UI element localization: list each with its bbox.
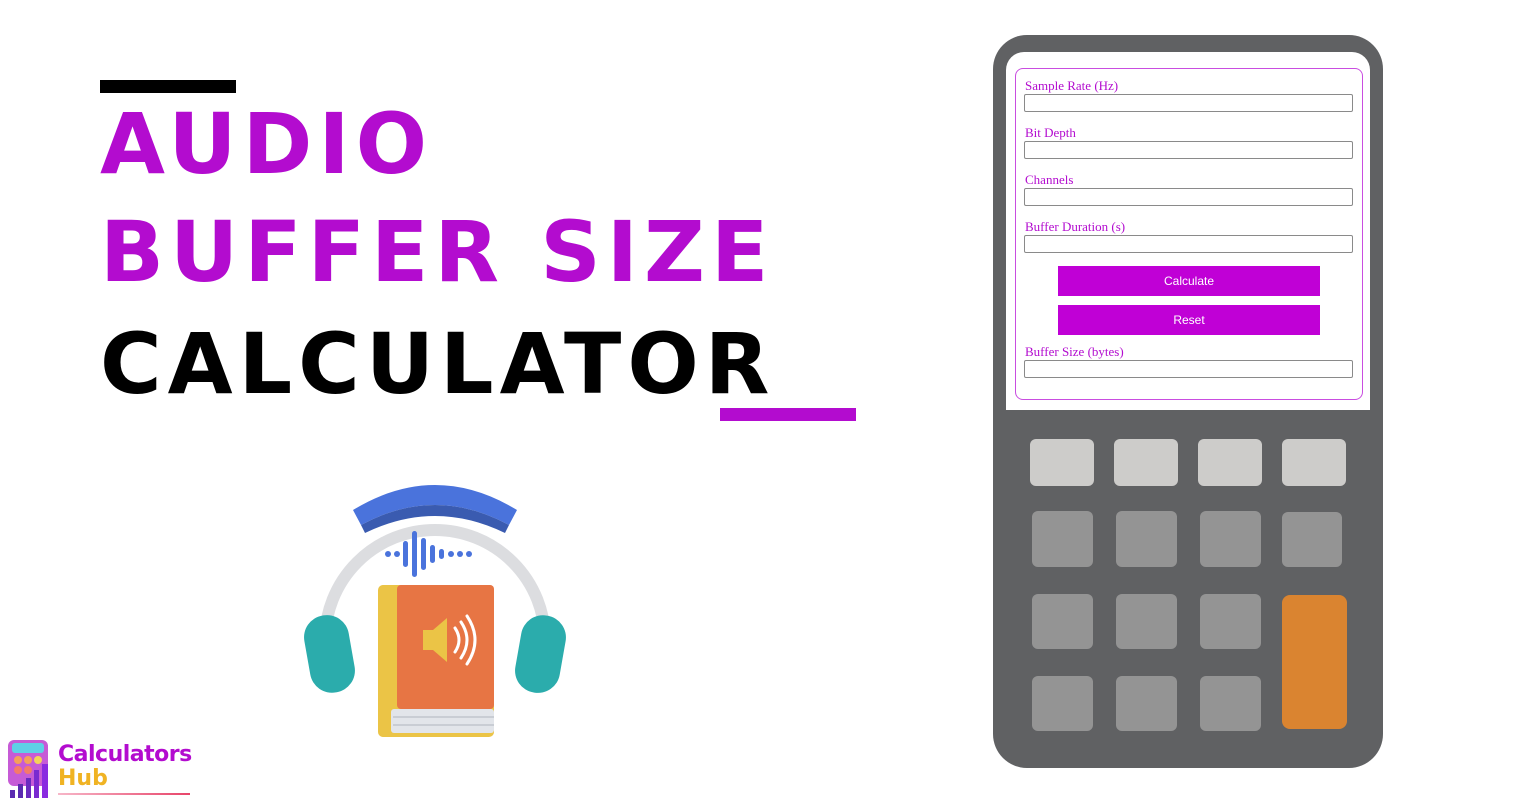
buffer-size-output[interactable]: [1024, 360, 1353, 378]
logo-text-hub: Hub: [58, 766, 108, 791]
page-title-line-3: CALCULATOR: [100, 315, 776, 413]
calculator-key: [1282, 439, 1346, 486]
buffer-duration-label: Buffer Duration (s): [1025, 219, 1126, 234]
bit-depth-input[interactable]: [1024, 141, 1353, 159]
ear-cup-left: [304, 615, 355, 693]
page-title-line-1: AUDIO: [100, 95, 434, 193]
sample-rate-input[interactable]: [1024, 94, 1353, 112]
calculator-key: [1032, 511, 1093, 567]
calculator-key: [1200, 511, 1261, 567]
calculator-key: [1030, 439, 1094, 486]
book-pages: [391, 709, 494, 733]
calculator-key: [1200, 594, 1261, 649]
title-decor-bar-bottom: [720, 408, 856, 421]
calculator-key: [1032, 594, 1093, 649]
reset-button[interactable]: Reset: [1058, 305, 1320, 335]
logo-underline: [58, 793, 190, 795]
calculator-key: [1114, 439, 1178, 486]
channels-label: Channels: [1025, 172, 1074, 187]
buffer-duration-input[interactable]: [1024, 235, 1353, 253]
buffer-size-label: Buffer Size (bytes): [1025, 344, 1124, 359]
sample-rate-label: Sample Rate (Hz): [1025, 78, 1119, 93]
channels-input[interactable]: [1024, 188, 1353, 206]
calculator-key: [1282, 512, 1342, 567]
bit-depth-label: Bit Depth: [1025, 125, 1076, 140]
ear-cup-right: [515, 615, 566, 693]
audiobook-headphones-icon: [304, 485, 566, 737]
page-title-line-2: BUFFER SIZE: [100, 203, 775, 301]
calculator-key: [1032, 676, 1093, 731]
calculator-key: [1198, 439, 1262, 486]
calculator-key: [1116, 594, 1177, 649]
logo-text-calculators: Calculators: [58, 742, 192, 767]
calculator-logo-icon: [8, 740, 48, 798]
calculators-hub-logo[interactable]: Calculators Hub: [6, 738, 196, 800]
calculate-button[interactable]: Calculate: [1058, 266, 1320, 296]
calculator-key: [1116, 676, 1177, 731]
calculator-key: [1116, 511, 1177, 567]
title-decor-bar-top: [100, 80, 236, 93]
calculator-key-equals: [1282, 595, 1347, 729]
calculator-key: [1200, 676, 1261, 731]
